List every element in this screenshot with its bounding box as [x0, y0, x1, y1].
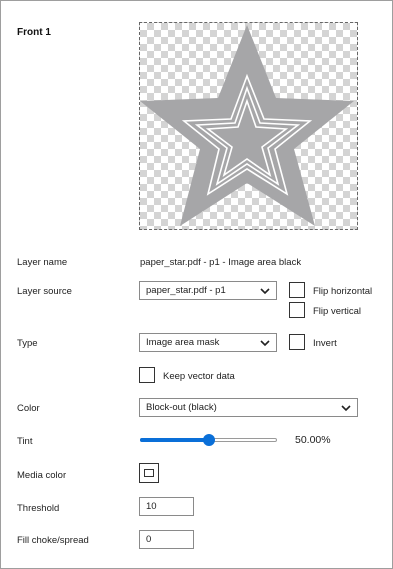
chevron-down-icon [260, 288, 270, 295]
keep-vector-data-label: Keep vector data [163, 371, 235, 382]
type-label: Type [17, 338, 38, 349]
keep-vector-data-checkbox[interactable] [139, 367, 155, 383]
star-shape-preview [140, 25, 354, 226]
flip-vertical-checkbox[interactable] [289, 302, 305, 318]
tint-value: 50.00% [295, 434, 331, 446]
color-select[interactable]: Block-out (black) [139, 398, 358, 417]
layer-name-value: paper_star.pdf - p1 - Image area black [140, 257, 302, 268]
media-color-label: Media color [17, 470, 67, 481]
invert-checkbox[interactable] [289, 334, 305, 350]
threshold-label: Threshold [17, 503, 60, 514]
layer-source-label: Layer source [17, 286, 72, 297]
chevron-down-icon [260, 340, 270, 347]
type-select[interactable]: Image area mask [139, 333, 277, 352]
layer-source-selected: paper_star.pdf - p1 [146, 285, 226, 296]
tint-label: Tint [17, 436, 33, 447]
layer-properties-panel: Front 1 Layer name paper_star.pdf - p1 -… [0, 0, 393, 569]
type-selected: Image area mask [146, 337, 220, 348]
fill-choke-input[interactable] [140, 531, 193, 548]
layer-preview [139, 22, 358, 230]
flip-vertical-label: Flip vertical [313, 306, 362, 317]
chevron-down-icon [341, 405, 351, 412]
star-shape [140, 25, 354, 226]
flip-horizontal-label: Flip horizontal [313, 286, 373, 297]
threshold-input[interactable] [140, 498, 193, 515]
color-selected: Block-out (black) [146, 402, 217, 413]
tint-slider[interactable] [140, 433, 277, 447]
layer-source-select[interactable]: paper_star.pdf - p1 [139, 281, 277, 300]
fill-choke-label: Fill choke/spread [17, 535, 89, 546]
tint-slider-fill [140, 438, 209, 442]
threshold-field[interactable] [139, 497, 194, 516]
paper-color-icon [144, 469, 154, 477]
fill-choke-field[interactable] [139, 530, 194, 549]
media-color-swatch-button[interactable] [139, 463, 159, 483]
color-label: Color [17, 403, 40, 414]
layer-name-label: Layer name [17, 257, 68, 268]
invert-label: Invert [313, 338, 337, 349]
tint-slider-thumb[interactable] [202, 434, 215, 446]
panel-title: Front 1 [17, 27, 51, 38]
flip-horizontal-checkbox[interactable] [289, 282, 305, 298]
